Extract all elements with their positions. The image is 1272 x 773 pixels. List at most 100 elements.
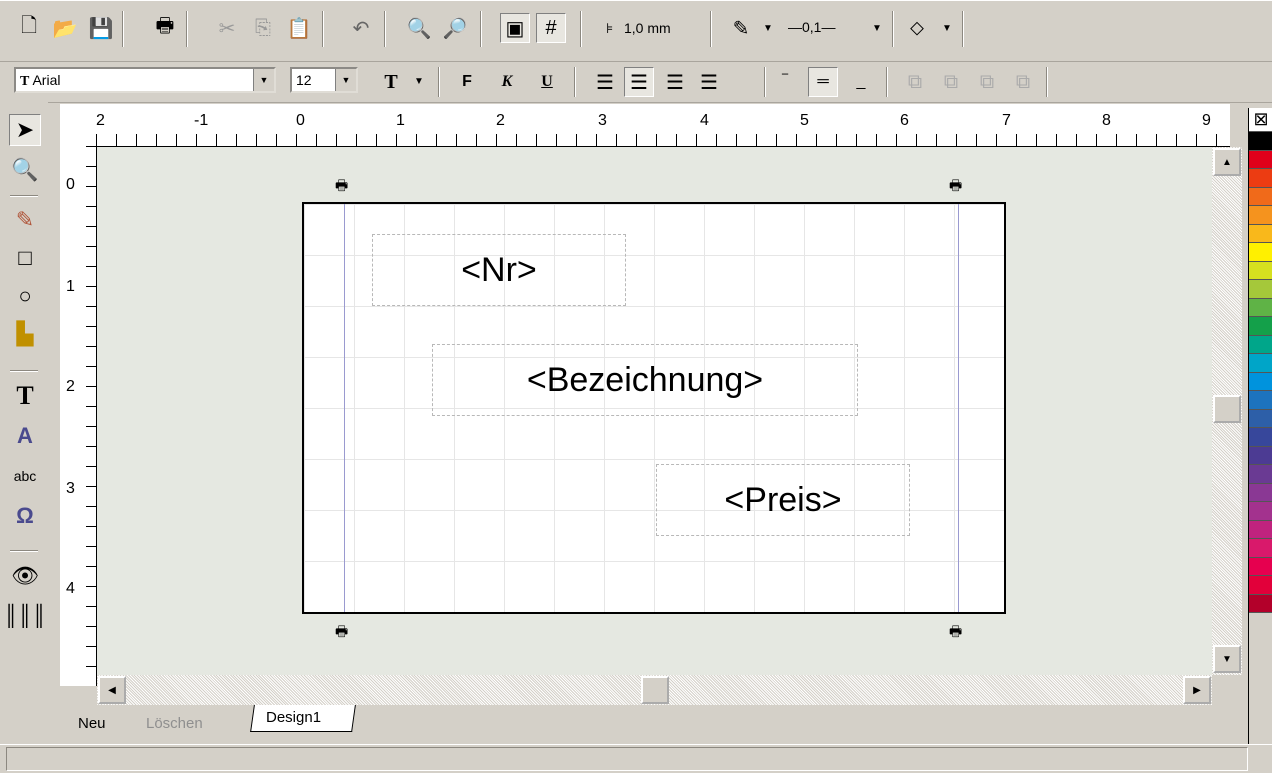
new-document-icon[interactable]: 🗋 [14,13,44,43]
zoom-out-icon[interactable]: 🔎 [440,13,470,43]
margin-marker-icon[interactable]: 🖶 [335,621,348,645]
color-swatch[interactable] [1249,520,1272,539]
underline-button[interactable]: U [532,67,562,97]
vertical-scroll-thumb[interactable] [1213,395,1241,423]
color-swatch[interactable] [1249,409,1272,428]
layer-front-icon[interactable]: ⧉ [900,67,930,97]
rotated-text-icon[interactable]: A [9,420,41,452]
field-nr[interactable]: <Nr> [372,234,626,306]
margin-marker-icon[interactable]: 🖶 [335,175,348,199]
color-swatch[interactable] [1249,335,1272,354]
align-center-icon[interactable]: ☰ [624,67,654,97]
design-canvas[interactable]: 🖶 🖶 🖶 🖶 <Nr> <Bezeichnung> <Preis> [97,147,1212,675]
color-swatch[interactable] [1249,317,1272,336]
ellipse-tool-icon[interactable]: ○ [9,280,41,312]
color-swatch[interactable] [1249,206,1272,225]
color-swatch[interactable] [1249,539,1272,558]
color-swatch[interactable] [1249,576,1272,595]
page-view-toggle-icon[interactable]: ▣ [500,13,530,43]
valign-bottom-icon[interactable]: _ [846,67,876,97]
color-swatch[interactable] [1249,594,1272,613]
color-swatch[interactable] [1249,150,1272,169]
layer-forward-icon[interactable]: ⧉ [936,67,966,97]
field-preis[interactable]: <Preis> [656,464,910,536]
text-color-dropdown-icon[interactable]: ▼ [414,76,424,87]
label-page[interactable]: <Nr> <Bezeichnung> <Preis> [302,202,1006,614]
delete-tab-button[interactable]: Löschen [146,715,203,732]
color-swatch[interactable] [1249,483,1272,502]
color-swatch[interactable] [1249,557,1272,576]
grid-size-label[interactable]: 1,0 mm [624,20,671,36]
chevron-down-icon[interactable]: ▼ [335,69,356,91]
right-margin-line[interactable] [958,204,959,612]
color-swatch[interactable] [1249,446,1272,465]
open-folder-icon[interactable]: 📂 [50,13,80,43]
bold-button[interactable]: F [452,67,482,97]
valign-middle-icon[interactable]: ═ [808,67,838,97]
fill-dropdown-icon[interactable]: ▼ [942,23,952,34]
scroll-up-icon[interactable]: ▲ [1213,148,1241,176]
zoom-tool-icon[interactable]: 🔍 [9,154,41,186]
text-color-icon[interactable]: T [376,67,406,97]
image-tool-icon[interactable]: ▙ [9,318,41,350]
margin-marker-icon[interactable]: 🖶 [949,175,962,199]
line-width-dropdown-icon[interactable]: ▼ [872,23,882,34]
arc-text-icon[interactable]: abc [9,460,41,492]
line-width-select[interactable]: —0,1— [788,19,835,35]
color-swatch[interactable] [1249,391,1272,410]
margin-marker-icon[interactable]: 🖶 [949,621,962,645]
paste-icon[interactable]: 📋 [284,13,314,43]
fill-bucket-icon[interactable]: ⬦ [902,13,932,43]
horizontal-scrollbar[interactable]: ◀ ▶ [97,675,1212,705]
color-swatch[interactable] [1249,502,1272,521]
color-swatch[interactable] [1249,224,1272,243]
grid-toggle-icon[interactable]: # [536,13,566,43]
field-bezeichnung[interactable]: <Bezeichnung> [432,344,858,416]
select-arrow-icon[interactable]: ➤ [9,114,41,146]
preview-eye-icon[interactable]: 👁 [9,560,41,592]
undo-icon[interactable]: ↶ [346,13,376,43]
align-right-icon[interactable]: ☰ [660,67,690,97]
save-disk-icon[interactable]: 💾 [86,13,116,43]
zoom-in-icon[interactable]: 🔍 [404,13,434,43]
scroll-left-icon[interactable]: ◀ [98,676,126,704]
text-tool-icon[interactable]: T [9,380,41,412]
valign-top-icon[interactable]: ‾ [770,67,800,97]
pencil-icon[interactable]: ✎ [9,204,41,236]
left-margin-line[interactable] [344,204,345,612]
color-swatch[interactable] [1249,428,1272,447]
align-justify-icon[interactable]: ☰ [694,67,724,97]
print-icon[interactable]: 🖶 [150,13,180,43]
color-swatch[interactable] [1249,132,1272,151]
font-select[interactable]: T Arial ▼ [14,67,276,93]
barcode-icon[interactable]: ║║║ [4,600,47,632]
new-tab-button[interactable]: Neu [78,715,106,732]
color-swatch[interactable] [1249,280,1272,299]
layer-back-icon[interactable]: ⧉ [1008,67,1038,97]
line-color-icon[interactable]: ✎ [726,13,756,43]
color-swatch[interactable] [1249,465,1272,484]
align-left-icon[interactable]: ☰ [590,67,620,97]
italic-button[interactable]: K [492,67,522,97]
line-color-dropdown-icon[interactable]: ▼ [763,23,773,34]
horizontal-scroll-thumb[interactable] [641,676,669,704]
color-swatch[interactable] [1249,187,1272,206]
color-swatch[interactable] [1249,261,1272,280]
no-color-swatch-icon[interactable]: ⊠ [1249,108,1272,132]
symbol-tool-icon[interactable]: Ω [9,500,41,532]
copy-icon[interactable]: ⎘ [248,13,278,43]
color-swatch[interactable] [1249,354,1272,373]
cut-icon[interactable]: ✂ [212,13,242,43]
vertical-scrollbar[interactable]: ▲ ▼ [1212,147,1242,675]
layer-backward-icon[interactable]: ⧉ [972,67,1002,97]
color-swatch[interactable] [1249,298,1272,317]
chevron-down-icon[interactable]: ▼ [253,69,274,91]
scroll-down-icon[interactable]: ▼ [1213,645,1241,673]
scroll-right-icon[interactable]: ▶ [1183,676,1211,704]
font-size-select[interactable]: 12 ▼ [290,67,358,93]
color-swatch[interactable] [1249,169,1272,188]
rectangle-tool-icon[interactable]: □ [9,242,41,274]
color-swatch[interactable] [1249,372,1272,391]
color-swatch[interactable] [1249,243,1272,262]
tab-design1-label[interactable]: Design1 [266,709,321,726]
